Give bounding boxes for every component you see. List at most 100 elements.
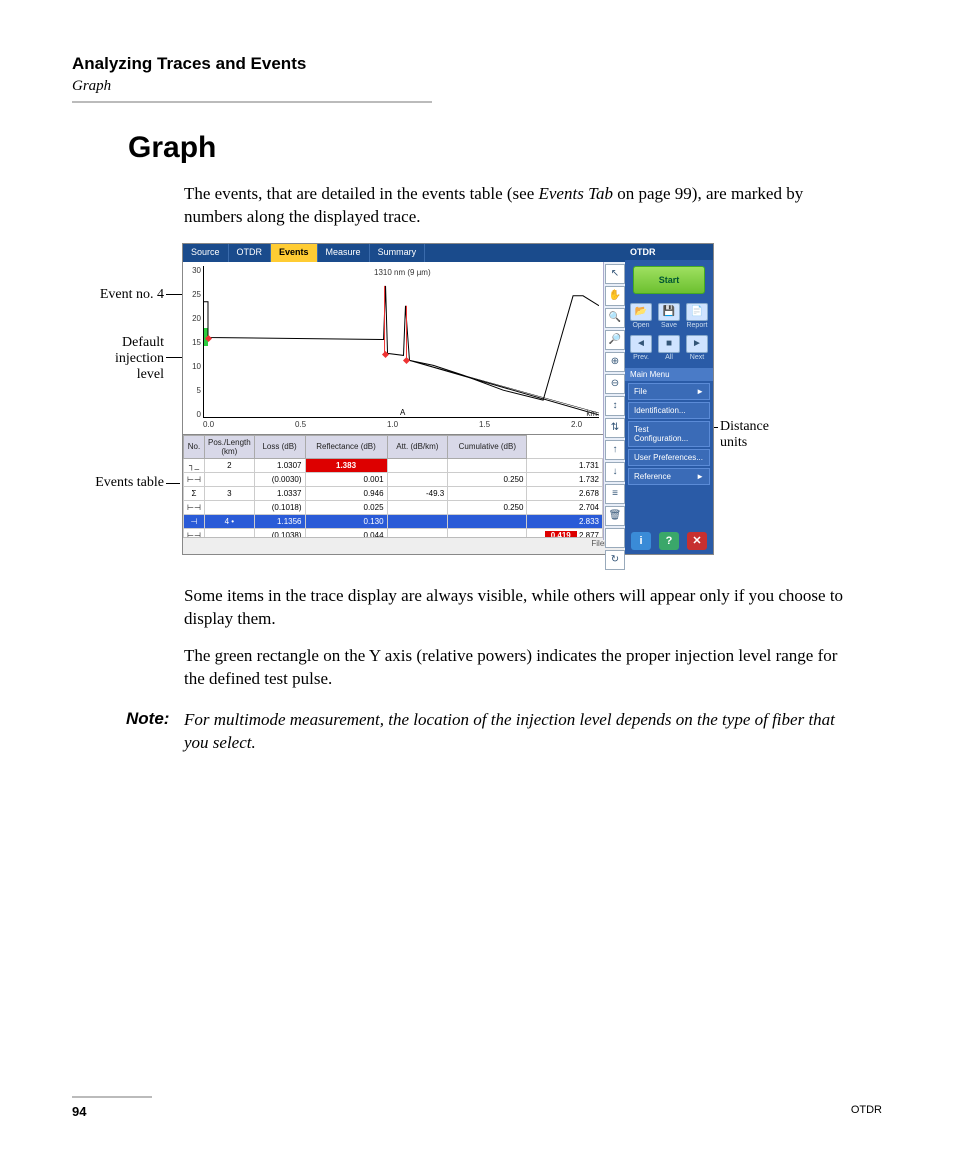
file-button-row: 📂Open 💾Save 📄Report <box>625 300 713 332</box>
open-icon: 📂 <box>630 303 652 321</box>
chevron-right-icon: ► <box>696 387 704 396</box>
row-type-icon: ⊣ <box>184 514 205 528</box>
tool-button[interactable]: ↓ <box>605 462 625 482</box>
cell-refl <box>387 514 448 528</box>
all-icon: ■ <box>658 335 680 353</box>
x-tick: 1.5 <box>479 420 490 429</box>
start-button[interactable]: Start <box>633 266 705 294</box>
tool-button[interactable]: ✋ <box>605 286 625 306</box>
callout-events-table: Events table <box>64 475 164 491</box>
table-row[interactable]: ⊣4 •1.13560.1302.833 <box>184 514 603 528</box>
tool-button[interactable]: ↑ <box>605 440 625 460</box>
menu-item-identification[interactable]: Identification... <box>628 402 710 419</box>
save-icon: 💾 <box>658 303 680 321</box>
table-row[interactable]: ⊢⊣(0.1018)0.0250.2502.704 <box>184 500 603 514</box>
tab-otdr[interactable]: OTDR <box>229 244 272 262</box>
tool-strip: ↖✋🔍🔎⊕⊖↕⇅↑↓≡🗑↻ <box>603 262 627 540</box>
menu-item-file[interactable]: File► <box>628 383 710 400</box>
next-icon: ► <box>686 335 708 353</box>
cell-loss: 0.001 <box>305 472 387 486</box>
product-name: OTDR <box>851 1104 882 1119</box>
column-header[interactable]: No. <box>184 435 205 458</box>
side-button-label: Report <box>686 322 708 329</box>
side-button-prev[interactable]: ◄Prev. <box>630 335 652 361</box>
cell-loss: 0.130 <box>305 514 387 528</box>
side-button-next[interactable]: ►Next <box>686 335 708 361</box>
side-header: OTDR <box>625 244 713 260</box>
tool-button[interactable]: 🔎 <box>605 330 625 350</box>
menu-item-userpreferences[interactable]: User Preferences... <box>628 449 710 466</box>
figure: Event no. 4 Default injection level Even… <box>72 243 882 563</box>
para1-em: Events Tab <box>539 184 613 203</box>
menu-item-reference[interactable]: Reference► <box>628 468 710 485</box>
callout-distance-units: Distance units <box>720 419 769 451</box>
y-tick: 0 <box>197 410 201 419</box>
tab-events[interactable]: Events <box>271 244 318 262</box>
side-button-all[interactable]: ■All <box>658 335 680 361</box>
tab-source[interactable]: Source <box>183 244 229 262</box>
row-type-icon: ⊢⊣ <box>184 472 205 486</box>
tab-summary[interactable]: Summary <box>370 244 426 262</box>
cell-pos: (0.1018) <box>254 500 305 514</box>
x-tick: 1.0 <box>387 420 398 429</box>
section-heading: Graph <box>128 131 882 165</box>
cell-att <box>448 486 527 500</box>
tool-button[interactable]: 🗑 <box>605 506 625 526</box>
side-button-save[interactable]: 💾Save <box>658 303 680 329</box>
paragraph-2: Some items in the trace display are alwa… <box>72 585 882 631</box>
header-rule <box>72 101 432 103</box>
cell-no: 4 • <box>205 514 255 528</box>
column-header[interactable]: Att. (dB/km) <box>387 435 448 458</box>
cell-loss: 1.383 <box>305 458 387 472</box>
cell-no <box>205 500 255 514</box>
callout-injection: Default injection level <box>64 335 164 383</box>
tab-measure[interactable]: Measure <box>318 244 370 262</box>
row-type-icon: ┐_ <box>184 458 205 472</box>
table-row[interactable]: ┐_21.03071.3831.731 <box>184 458 603 472</box>
cell-no <box>205 472 255 486</box>
y-tick: 30 <box>192 266 201 275</box>
cell-cum: 2.678 <box>527 486 603 500</box>
x-tick: 0.5 <box>295 420 306 429</box>
tool-button[interactable]: 🔍 <box>605 308 625 328</box>
tool-button[interactable]: ⇅ <box>605 418 625 438</box>
tool-button[interactable]: ⊕ <box>605 352 625 372</box>
graph-area: 302520151050 1310 nm (9 µm) <box>183 262 603 434</box>
x-axis: 0.00.51.01.52.0 <box>203 420 599 432</box>
paragraph-1: The events, that are detailed in the eve… <box>72 183 882 229</box>
close-button[interactable]: ✕ <box>687 532 707 550</box>
column-header[interactable]: Loss (dB) <box>254 435 305 458</box>
note-label: Note: <box>126 709 184 755</box>
help-button[interactable]: ? <box>659 532 679 550</box>
table-row[interactable]: ⊢⊣(0.0030)0.0010.2501.732 <box>184 472 603 486</box>
column-header[interactable]: Pos./Length (km) <box>205 435 255 458</box>
x-axis-unit: km <box>586 409 597 418</box>
info-button[interactable]: i <box>631 532 651 550</box>
cell-no: 3 <box>205 486 255 500</box>
tool-button[interactable]: ≡ <box>605 484 625 504</box>
side-button-label: All <box>658 354 680 361</box>
menu-item-testconfiguration[interactable]: Test Configuration... <box>628 421 710 447</box>
plot: 1310 nm (9 µm) A <box>203 266 599 418</box>
side-button-report[interactable]: 📄Report <box>686 303 708 329</box>
note-body: For multimode measurement, the location … <box>184 709 862 755</box>
tool-button[interactable]: ⊖ <box>605 374 625 394</box>
column-header[interactable]: Reflectance (dB) <box>305 435 387 458</box>
tool-button[interactable]: ↖ <box>605 264 625 284</box>
y-tick: 25 <box>192 290 201 299</box>
y-tick: 20 <box>192 314 201 323</box>
column-header[interactable]: Cumulative (dB) <box>448 435 527 458</box>
cell-refl <box>387 472 448 486</box>
table-row[interactable]: Σ31.03370.946-49.32.678 <box>184 486 603 500</box>
y-tick: 5 <box>197 386 201 395</box>
side-button-label: Open <box>630 322 652 329</box>
side-button-open[interactable]: 📂Open <box>630 303 652 329</box>
side-button-label: Next <box>686 354 708 361</box>
side-button-label: Save <box>658 322 680 329</box>
cell-att <box>448 458 527 472</box>
tool-button[interactable] <box>605 528 625 548</box>
tool-button[interactable]: ↻ <box>605 550 625 570</box>
tool-button[interactable]: ↕ <box>605 396 625 416</box>
cell-pos: 1.0307 <box>254 458 305 472</box>
nav-button-row: ◄Prev. ■All ►Next <box>625 332 713 364</box>
